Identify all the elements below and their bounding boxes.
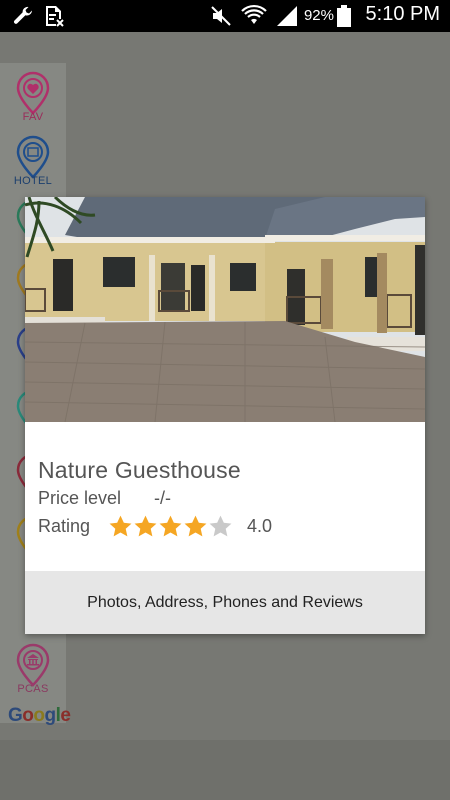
sidebar-item-label: FAV bbox=[22, 111, 44, 123]
star-filled-icon bbox=[159, 515, 182, 536]
hotel-pin-icon bbox=[16, 135, 50, 179]
star-empty-icon bbox=[209, 515, 232, 536]
sidebar-item-label: HOTEL bbox=[13, 175, 53, 187]
map-bottom-strip bbox=[0, 740, 450, 800]
wrench-icon bbox=[10, 4, 36, 28]
google-logo: Google bbox=[8, 705, 71, 726]
wifi-icon bbox=[240, 4, 268, 28]
price-label: Price level bbox=[38, 488, 122, 508]
signal-icon bbox=[274, 4, 300, 28]
bank-pin-icon bbox=[16, 643, 50, 687]
place-title: Nature Guesthouse bbox=[38, 457, 241, 483]
star-filled-icon bbox=[134, 515, 157, 536]
rating-row: Rating 4.0 bbox=[38, 513, 418, 539]
battery-percent: 92% bbox=[303, 7, 334, 24]
status-bar: 92% 5:10 PM bbox=[0, 0, 450, 32]
heart-pin-icon bbox=[16, 71, 50, 115]
rating-value: 4.0 bbox=[247, 516, 273, 536]
details-button[interactable]: Photos, Address, Phones and Reviews bbox=[25, 571, 425, 634]
star-filled-icon bbox=[109, 515, 132, 536]
place-photo[interactable] bbox=[25, 197, 425, 422]
battery-icon bbox=[336, 4, 352, 28]
price-value: -/- bbox=[154, 488, 171, 508]
sidebar-item-fav[interactable]: FAV bbox=[0, 71, 66, 123]
clock: 5:10 PM bbox=[365, 3, 440, 25]
sidebar-item-pcas[interactable]: PCAS bbox=[0, 643, 66, 695]
sim-error-icon bbox=[42, 4, 66, 28]
place-dialog: Nature Guesthouse Price level -/- Rating… bbox=[25, 197, 425, 634]
rating-stars bbox=[108, 514, 233, 539]
price-row: Price level -/- bbox=[38, 485, 418, 511]
place-info: Nature Guesthouse Price level -/- Rating… bbox=[38, 455, 418, 539]
sidebar-item-hotel[interactable]: HOTEL bbox=[0, 135, 66, 187]
star-filled-icon bbox=[184, 515, 207, 536]
mute-icon bbox=[208, 4, 234, 28]
sidebar-item-label: PCAS bbox=[17, 683, 49, 695]
